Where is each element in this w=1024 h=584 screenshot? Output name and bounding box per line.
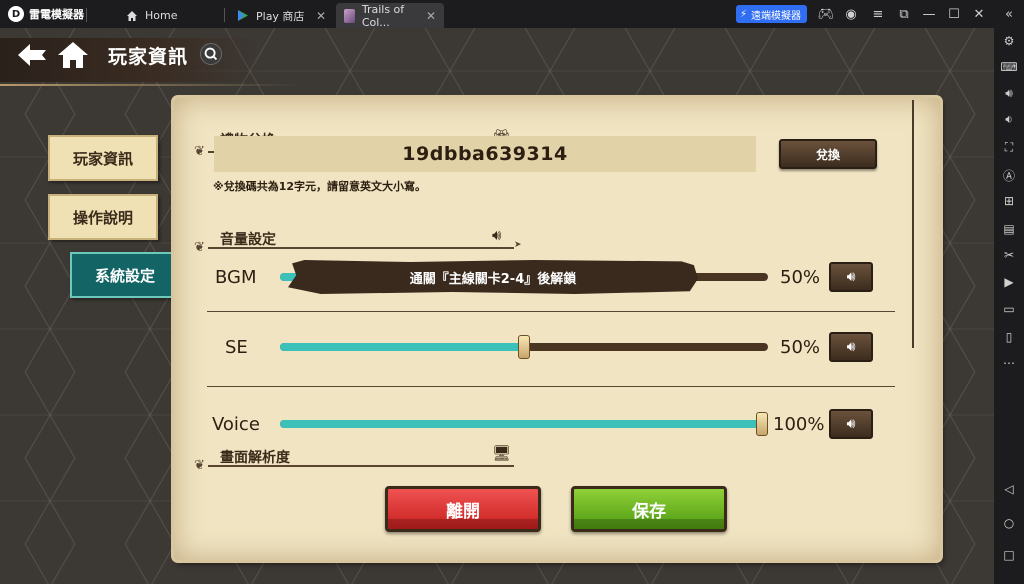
- video-icon[interactable]: ▶: [1000, 273, 1018, 291]
- home-icon: [127, 10, 137, 21]
- tab-game[interactable]: Trails of Col... ✕: [336, 2, 444, 29]
- recents-nav-icon[interactable]: □: [1000, 546, 1018, 564]
- menu-tab-instructions[interactable]: 操作說明: [48, 194, 158, 240]
- header-underline: [0, 84, 300, 86]
- restore-window-icon[interactable]: ⧉: [895, 5, 913, 23]
- tab-play-store-label: Play 商店: [256, 9, 305, 23]
- page-title: 玩家資訊: [108, 46, 189, 68]
- collapse-sidebar-icon[interactable]: «: [1000, 5, 1018, 23]
- account-icon[interactable]: ◉: [842, 5, 860, 23]
- tab-home[interactable]: Home: [118, 3, 222, 28]
- gamepad-icon[interactable]: 🎮︎: [817, 5, 835, 23]
- ornament-icon: ❦: [194, 144, 205, 159]
- tab-game-label: Trails of Col...: [361, 2, 405, 29]
- voice-value: 100%: [773, 414, 825, 435]
- leave-button[interactable]: 離開: [385, 486, 541, 532]
- home-icon[interactable]: [56, 40, 90, 70]
- voice-slider-knob[interactable]: [756, 412, 768, 436]
- emulator-sidebar: ⚙ ⌨ 🔊︎ 🔉︎ ⛶ Ⓐ ⊞ ▤ ✂ ▶ ▭ ▯ ⋯ ◁ ○ □: [994, 28, 1024, 584]
- shake-icon[interactable]: ▯: [1000, 328, 1018, 346]
- bgm-mute-button[interactable]: 🔊︎: [829, 262, 873, 292]
- se-label: SE: [225, 337, 248, 358]
- volume-up-icon[interactable]: 🔊︎: [1000, 84, 1018, 102]
- close-icon[interactable]: ✕: [970, 5, 988, 23]
- settings-icon[interactable]: ⚙: [1000, 32, 1018, 50]
- divider: [207, 386, 895, 387]
- voice-label: Voice: [212, 414, 260, 435]
- script-icon[interactable]: Ⓐ: [1000, 166, 1018, 184]
- tab-separator: [86, 8, 87, 22]
- back-arrow-icon[interactable]: [16, 41, 48, 69]
- se-slider[interactable]: [280, 335, 768, 359]
- tab-home-label: Home: [145, 9, 178, 22]
- tab-separator: [224, 8, 225, 22]
- save-button[interactable]: 保存: [571, 486, 727, 532]
- file-icon[interactable]: ▭: [1000, 300, 1018, 318]
- close-tab-icon[interactable]: ✕: [316, 9, 326, 23]
- search-icon[interactable]: [200, 43, 222, 65]
- arrow-tip-icon: ➤: [514, 240, 522, 250]
- tab-play-store[interactable]: Play 商店 ✕: [228, 3, 334, 28]
- home-nav-icon[interactable]: ○: [1000, 514, 1018, 532]
- maximize-icon[interactable]: ☐: [945, 5, 963, 23]
- se-slider-knob[interactable]: [518, 335, 530, 359]
- resolution-section-label: 畫面解析度: [220, 450, 290, 466]
- voice-mute-button[interactable]: 🔊︎: [829, 409, 873, 439]
- ldplayer-logo-icon: D: [8, 6, 24, 22]
- minimize-icon[interactable]: —: [920, 5, 938, 23]
- game-icon: [344, 8, 355, 23]
- cloud-emulator-button[interactable]: ⚡ 遠端模擬器: [736, 5, 808, 23]
- panel-scrollbar[interactable]: [912, 100, 914, 348]
- volume-down-icon[interactable]: 🔉︎: [1000, 110, 1018, 128]
- menu-tab-system-settings[interactable]: 系統設定: [70, 252, 180, 298]
- apk-install-icon[interactable]: ▤: [1000, 220, 1018, 238]
- cut-icon[interactable]: ✂: [1000, 246, 1018, 264]
- speaker-icon: 🔊︎: [846, 416, 856, 432]
- locked-banner: 通關『主線關卡2-4』後解鎖: [288, 260, 698, 294]
- app-logo: D 雷電模擬器: [8, 5, 84, 23]
- gift-code-field[interactable]: 19dbba639314: [214, 136, 756, 172]
- speaker-icon: 🔊︎: [846, 269, 856, 285]
- speaker-icon: 🔊︎: [846, 339, 856, 355]
- lightning-icon: ⚡: [740, 8, 748, 20]
- emulator-titlebar: D 雷電模擬器 Home Play 商店 ✕ Trails of Col... …: [0, 0, 1024, 29]
- app-name: 雷電模擬器: [29, 8, 84, 21]
- bgm-value: 50%: [780, 267, 821, 288]
- speaker-icon: 🔊︎: [492, 226, 502, 244]
- menu-icon[interactable]: ≡: [869, 5, 887, 23]
- menu-tab-player-info[interactable]: 玩家資訊: [48, 135, 158, 181]
- gift-code-note: ※兌換碼共為12字元，請留意英文大小寫。: [213, 180, 427, 193]
- screenshot-icon[interactable]: ⛶: [1000, 138, 1018, 156]
- se-slider-fill: [280, 343, 524, 351]
- play-store-icon: [238, 10, 248, 21]
- ornament-icon: ❦: [194, 240, 205, 255]
- bgm-label: BGM: [215, 267, 257, 288]
- monitor-icon: 🖥︎: [492, 444, 512, 462]
- divider: [207, 311, 895, 312]
- more-icon[interactable]: ⋯: [1000, 354, 1018, 372]
- se-mute-button[interactable]: 🔊︎: [829, 332, 873, 362]
- volume-section-label: 音量設定: [220, 232, 276, 248]
- se-value: 50%: [780, 337, 821, 358]
- back-nav-icon[interactable]: ◁: [1000, 480, 1018, 498]
- redeem-button[interactable]: 兌換: [779, 139, 877, 169]
- voice-slider-fill: [280, 420, 768, 428]
- add-window-icon[interactable]: ⊞: [1000, 192, 1018, 210]
- voice-slider[interactable]: [280, 412, 768, 436]
- close-tab-icon[interactable]: ✕: [426, 9, 436, 23]
- ornament-icon: ❦: [194, 458, 205, 473]
- keyboard-icon[interactable]: ⌨: [1000, 58, 1018, 76]
